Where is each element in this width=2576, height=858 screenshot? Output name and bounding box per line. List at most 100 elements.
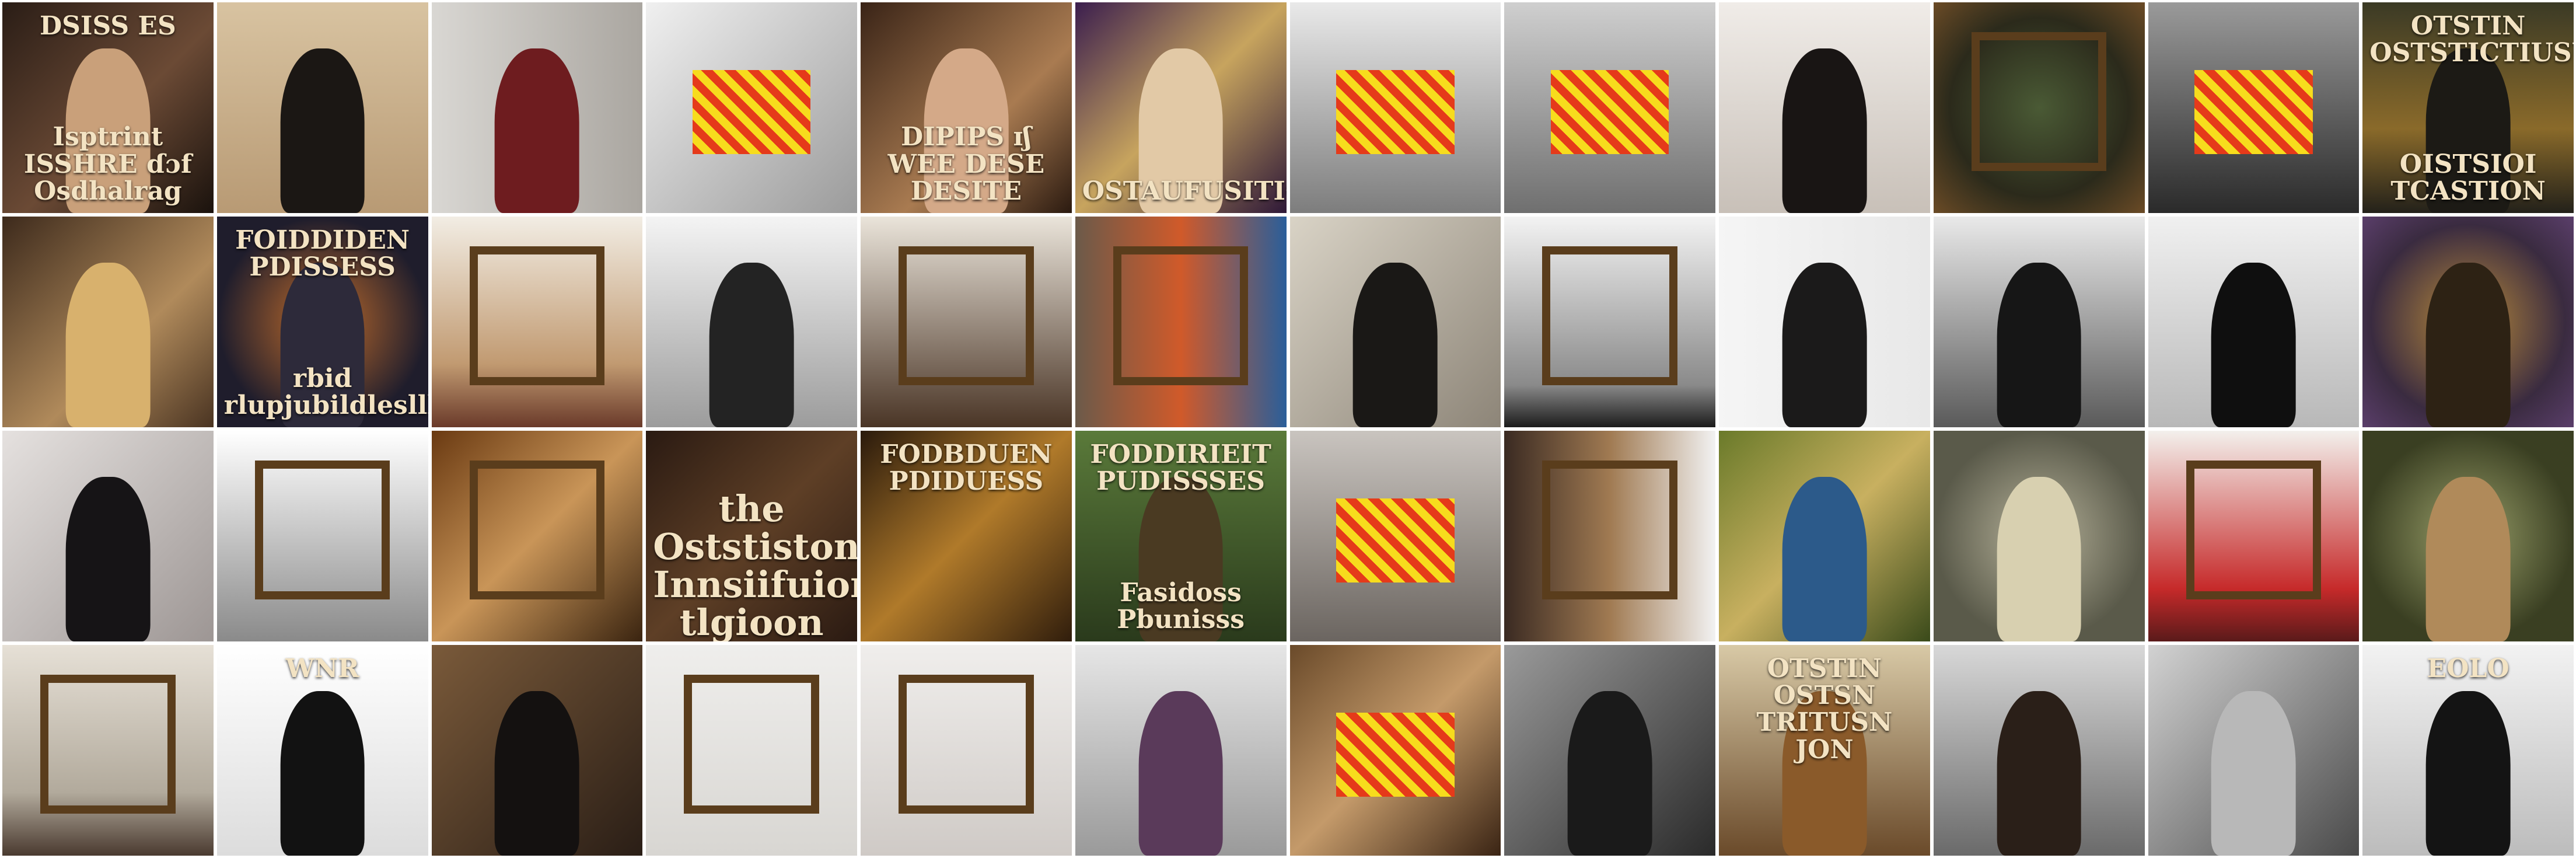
figure-silhouette [2425, 263, 2511, 427]
tile-caption: FOIDDIDEN PDISSESS [235, 225, 410, 282]
picture-frame [684, 674, 819, 814]
figure-silhouette [495, 691, 579, 856]
picture-frame [899, 674, 1034, 814]
grid-tile[interactable] [1933, 645, 2145, 856]
picture-frame [1542, 246, 1677, 385]
grid-tile[interactable]: OSTAUFUSITIONG [1075, 2, 1287, 213]
grid-tile[interactable] [1719, 2, 1930, 213]
tile-caption: rbid rlupjubildlesllldsmets [223, 363, 428, 420]
redaction-block [692, 69, 811, 154]
figure-silhouette [495, 48, 579, 213]
tile-caption: Isptrint ISSHRE ɗɔf Osdhalrag [23, 122, 192, 206]
grid-tile[interactable]: DSISS ES Isptrint ISSHRE ɗɔf Osdhalrag [2, 2, 214, 213]
grid-tile[interactable] [2, 217, 214, 427]
picture-frame [1971, 32, 2107, 171]
figure-silhouette [280, 691, 365, 856]
picture-frame [899, 246, 1034, 385]
grid-tile[interactable] [1289, 431, 1501, 641]
grid-tile[interactable]: OTSTIN OSTSN TRITUSN JON [1719, 645, 1930, 856]
figure-silhouette [280, 48, 365, 213]
grid-tile[interactable] [1289, 2, 1501, 213]
grid-tile[interactable] [646, 217, 857, 427]
grid-tile[interactable] [2362, 431, 2574, 641]
figure-silhouette [1782, 48, 1867, 213]
picture-frame [1113, 246, 1249, 385]
redaction-block [1550, 69, 1669, 154]
grid-tile[interactable] [1719, 431, 1930, 641]
picture-frame [40, 674, 176, 814]
image-grid: DSISS ES Isptrint ISSHRE ɗɔf Osdhalrag DIP… [0, 0, 2576, 858]
picture-frame [2186, 460, 2322, 599]
redaction-block [1336, 69, 1455, 154]
figure-silhouette [1997, 691, 2081, 856]
grid-tile[interactable] [216, 431, 428, 641]
tile-caption: WNR [285, 654, 359, 683]
tile-caption: EOLO [2427, 654, 2509, 683]
tile-caption: OTSTIN OSTSTICTIUSUSNTION [2369, 11, 2574, 68]
grid-tile[interactable]: FODBDUEN PDIDUESS [861, 431, 1072, 641]
tile-caption: FODBDUEN PDIDUESS [880, 440, 1053, 497]
grid-tile[interactable] [1933, 217, 2145, 427]
grid-tile[interactable] [861, 217, 1072, 427]
grid-tile[interactable] [646, 645, 857, 856]
grid-tile[interactable] [646, 2, 857, 213]
figure-silhouette [1782, 477, 1867, 641]
grid-tile[interactable] [431, 2, 643, 213]
grid-tile[interactable] [431, 431, 643, 641]
figure-silhouette [65, 263, 151, 427]
grid-tile[interactable] [216, 2, 428, 213]
grid-tile[interactable] [2148, 645, 2360, 856]
grid-tile[interactable] [1719, 217, 1930, 427]
figure-silhouette [2425, 477, 2511, 641]
figure-silhouette [2211, 691, 2296, 856]
grid-tile[interactable] [1289, 645, 1501, 856]
picture-frame [1542, 460, 1677, 599]
grid-tile[interactable] [1504, 645, 1715, 856]
grid-tile[interactable]: EOLO [2362, 645, 2574, 856]
grid-tile[interactable]: OTSTIN OSTSTICTIUSUSNTION OISTSIOI TCASTI… [2362, 2, 2574, 213]
tile-caption: DIPIPS ɪʃ WEE DESE DESITE [887, 122, 1045, 206]
grid-tile[interactable]: FOIDDIDEN PDISSESS rbid rlupjubildlesllld… [216, 217, 428, 427]
figure-silhouette [709, 263, 794, 427]
grid-tile[interactable] [2, 431, 214, 641]
grid-tile[interactable] [431, 645, 643, 856]
grid-tile[interactable] [1504, 2, 1715, 213]
figure-silhouette [1567, 691, 1652, 856]
tile-caption: Fasidoss Pbunisss [1117, 577, 1245, 634]
figure-silhouette [65, 477, 151, 641]
grid-tile[interactable] [861, 645, 1072, 856]
grid-tile[interactable]: the Oststiston Innsiifuion tlgioon [646, 431, 857, 641]
tile-caption: the Oststiston Innsiifuion tlgioon [653, 487, 857, 641]
grid-tile[interactable]: FODDIRIEIT PUDISSSES Fasidoss Pbunisss [1075, 431, 1287, 641]
figure-silhouette [1138, 691, 1223, 856]
figure-silhouette [2211, 263, 2296, 427]
grid-tile[interactable] [2148, 431, 2360, 641]
tile-caption: OISTSIOI TCASTION [2390, 149, 2546, 206]
figure-silhouette [1782, 263, 1867, 427]
grid-tile[interactable] [1933, 431, 2145, 641]
grid-tile[interactable] [1075, 217, 1287, 427]
grid-tile[interactable] [2148, 2, 2360, 213]
redaction-block [2194, 69, 2313, 154]
tile-caption: FODDIRIEIT PUDISSSES [1090, 440, 1271, 497]
tile-caption: OTSTIN OSTSN TRITUSN JON [1756, 654, 1893, 765]
tile-caption: OSTAUFUSITIONG [1082, 176, 1287, 206]
grid-tile[interactable] [1289, 217, 1501, 427]
grid-tile[interactable]: DIPIPS ɪʃ WEE DESE DESITE [861, 2, 1072, 213]
grid-tile[interactable] [1075, 645, 1287, 856]
grid-tile[interactable] [431, 217, 643, 427]
grid-tile[interactable]: WNR [216, 645, 428, 856]
figure-silhouette [1997, 477, 2081, 641]
picture-frame [469, 246, 605, 385]
picture-frame [469, 460, 605, 599]
grid-tile[interactable] [2148, 217, 2360, 427]
figure-silhouette [1353, 263, 1438, 427]
figure-silhouette [2425, 691, 2511, 856]
grid-tile[interactable] [1504, 431, 1715, 641]
grid-tile[interactable] [1504, 217, 1715, 427]
redaction-block [1336, 712, 1455, 797]
grid-tile[interactable] [1933, 2, 2145, 213]
grid-tile[interactable] [2, 645, 214, 856]
picture-frame [254, 460, 390, 599]
grid-tile[interactable] [2362, 217, 2574, 427]
